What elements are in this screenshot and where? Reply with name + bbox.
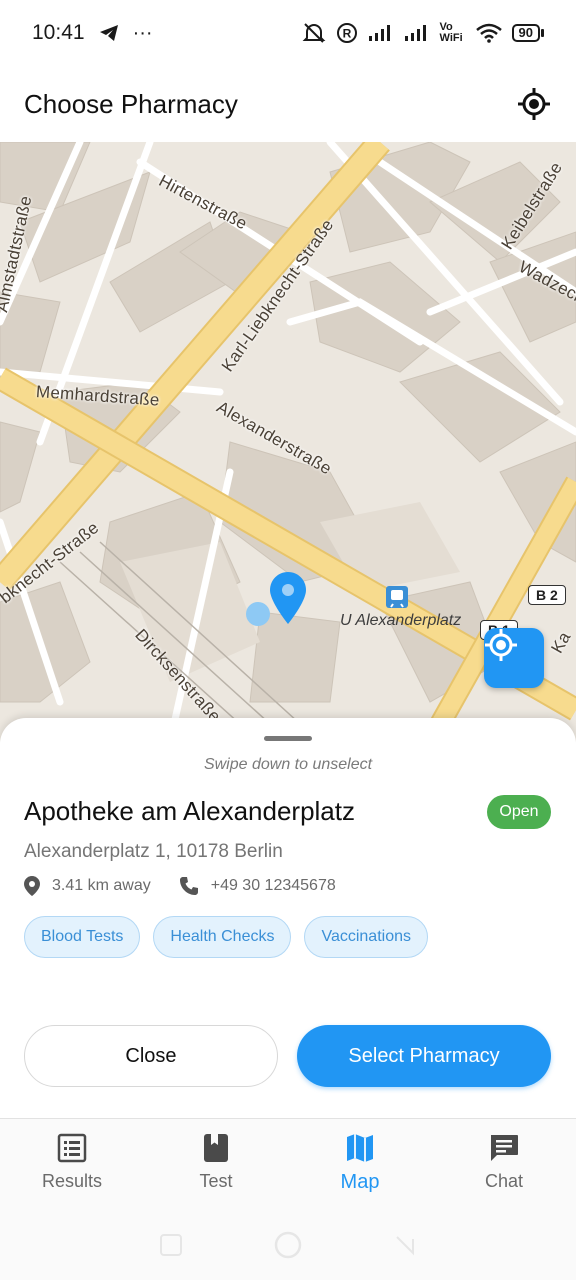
my-location-icon xyxy=(485,629,517,661)
page-title: Choose Pharmacy xyxy=(24,88,238,119)
service-tag[interactable]: Vaccinations xyxy=(304,916,428,958)
pharmacy-address: Alexanderplatz 1, 10178 Berlin xyxy=(24,841,283,862)
phone-icon xyxy=(179,877,198,895)
status-bar: 10:41 ··· R Vo WiFi 90 xyxy=(0,0,576,66)
back-icon[interactable] xyxy=(393,1233,417,1257)
close-button[interactable]: Close xyxy=(24,1025,278,1087)
list-icon xyxy=(57,1133,87,1163)
drag-handle[interactable] xyxy=(264,736,312,741)
gps-button[interactable] xyxy=(516,86,552,122)
battery-level: 90 xyxy=(511,24,540,42)
nav-label: Chat xyxy=(484,1171,524,1191)
wifi-icon xyxy=(475,23,502,43)
nav-label: Test xyxy=(199,1171,233,1191)
distance-text: 3.41 km away xyxy=(52,877,151,894)
home-icon[interactable] xyxy=(273,1230,303,1260)
service-tag[interactable]: Blood Tests xyxy=(24,916,141,958)
vowifi-label: Vo WiFi xyxy=(439,21,463,44)
mute-icon xyxy=(302,23,325,43)
status-time: 10:41 xyxy=(32,21,85,44)
phone-text: +49 30 12345678 xyxy=(210,877,336,894)
pharmacy-meta: 3.41 km away +49 30 12345678 xyxy=(24,876,364,896)
nav-item-results[interactable]: Results xyxy=(0,1119,144,1210)
registered-icon: R xyxy=(336,23,357,43)
location-pin-icon xyxy=(24,876,40,896)
nav-item-chat[interactable]: Chat xyxy=(432,1119,576,1210)
status-badge: Open xyxy=(487,795,551,829)
select-pharmacy-button[interactable]: Select Pharmacy xyxy=(297,1025,551,1087)
map-icon xyxy=(347,1134,373,1162)
book-icon xyxy=(204,1134,228,1162)
service-tag[interactable]: Health Checks xyxy=(153,916,292,958)
service-tags: Blood Tests Health Checks Vaccinations xyxy=(24,916,428,958)
crosshair-icon xyxy=(518,88,550,120)
chat-icon xyxy=(491,1135,518,1161)
signal-icon xyxy=(368,25,390,41)
nav-label: Results xyxy=(41,1171,103,1191)
station-label: U Alexanderplatz xyxy=(340,612,462,629)
status-dots: ··· xyxy=(132,21,153,44)
distance-info: 3.41 km away xyxy=(24,876,151,896)
telegram-icon xyxy=(99,25,118,41)
phone-info[interactable]: +49 30 12345678 xyxy=(179,876,336,896)
app-bar: Choose Pharmacy xyxy=(0,66,576,142)
nav-label: Map xyxy=(340,1171,380,1193)
signal-icon-2 xyxy=(404,25,426,41)
system-navigation xyxy=(0,1210,576,1280)
nav-item-test[interactable]: Test xyxy=(144,1119,288,1210)
status-right: R Vo WiFi 90 xyxy=(302,22,544,44)
pharmacy-name: Apotheke am Alexanderplatz xyxy=(24,796,355,826)
recent-apps-icon[interactable] xyxy=(159,1233,183,1257)
my-location-button[interactable] xyxy=(484,628,544,688)
battery-indicator: 90 xyxy=(511,24,544,42)
road-shield-b2: B 2 xyxy=(528,585,566,605)
map-view[interactable]: Hirtenstraße Karl-Liebknecht-Straße Keib… xyxy=(0,142,576,742)
pharmacy-details-sheet: Swipe down to unselect Apotheke am Alexa… xyxy=(0,718,576,1118)
svg-text:R: R xyxy=(342,27,351,41)
bottom-navigation: Results Test Map Chat xyxy=(0,1118,576,1210)
nav-item-map[interactable]: Map xyxy=(288,1119,432,1210)
swipe-hint: Swipe down to unselect xyxy=(203,756,373,773)
status-left: 10:41 ··· xyxy=(32,21,153,45)
